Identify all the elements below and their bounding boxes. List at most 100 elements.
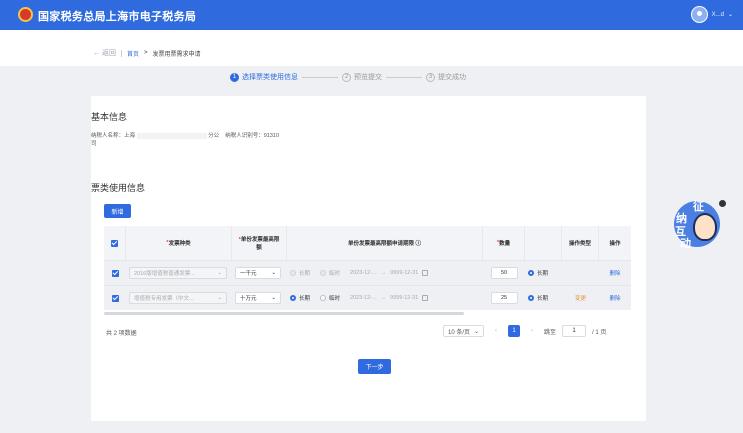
invoice-type-select[interactable]: 增值税专用发票（中文... ⌄ xyxy=(129,292,227,304)
mascot-avatar-icon xyxy=(693,213,717,241)
usage-info-title: 票类使用信息 xyxy=(91,183,146,193)
header-max-amount: *单份发票最高限额 xyxy=(232,226,287,260)
period-long-radio[interactable] xyxy=(290,295,296,301)
header-op: 操作 xyxy=(609,241,621,247)
top-bar: 国家税务总局上海市电子税务局 X...d ⌄ xyxy=(0,0,743,30)
invoice-table: * 发票种类 *单份发票最高限额 单份发票最高限额申请期限 ⓘ * 数量 操作类型 … xyxy=(104,226,631,310)
add-button[interactable]: 新增 xyxy=(104,204,131,218)
tax-emblem-icon xyxy=(18,7,33,22)
period-long-radio[interactable] xyxy=(290,270,296,276)
calendar-icon xyxy=(422,295,429,301)
pagination: 10 条/页 ⌄ ‹ 1 › 跳至 1 / 1 页 xyxy=(443,325,606,337)
step-indicator: 1 选择票类使用信息 2 预览提交 3 提交成功 xyxy=(230,72,466,82)
qty-long-radio[interactable] xyxy=(528,270,534,276)
app-title: 国家税务总局上海市电子税务局 xyxy=(38,11,197,23)
mascot-char: 动 xyxy=(680,238,691,250)
taxpayer-name-value: 上海 xyxy=(124,133,136,139)
period-temp-radio[interactable] xyxy=(320,295,327,301)
divider xyxy=(120,49,122,57)
date-range[interactable]: 2023-12-... → 9999-12-31 xyxy=(350,295,429,301)
taxpayer-info: 纳税人名称：上海 分公 纳税人识别号：91310 司 xyxy=(91,131,391,147)
step-connector xyxy=(386,76,422,78)
user-menu[interactable]: X...d ⌄ xyxy=(690,6,733,23)
prev-page-icon[interactable]: ‹ xyxy=(490,325,502,337)
type-cell: 2016版增值税普通发票... ⌄ xyxy=(126,261,232,285)
breadcrumb-current: 发票用票需求申请 xyxy=(152,51,201,58)
period-long-label: 长期 xyxy=(299,296,311,302)
taxpayer-id-value: 91310 xyxy=(263,133,280,139)
row-checkbox-cell xyxy=(104,286,126,310)
step-3: 3 提交成功 xyxy=(426,72,466,82)
back-link[interactable]: ← 返回 xyxy=(93,48,116,58)
row-checkbox[interactable] xyxy=(111,294,119,302)
calendar-icon xyxy=(422,270,429,276)
period-cell: 长期 临时 2023-12-... → 9999-12-31 xyxy=(287,286,483,310)
chevron-down-icon: ⌄ xyxy=(271,295,276,301)
select-all-checkbox[interactable] xyxy=(111,239,118,247)
breadcrumb: ← 返回 首页 > 发票用票需求申请 xyxy=(93,48,201,58)
invoice-type-select[interactable]: 2016版增值税普通发票... ⌄ xyxy=(129,267,227,279)
redacted-block xyxy=(136,132,207,139)
next-page-icon[interactable]: › xyxy=(526,325,538,337)
qty-long-label: 长期 xyxy=(537,296,549,302)
close-icon[interactable] xyxy=(719,200,726,207)
table-header: * 发票种类 *单份发票最高限额 单份发票最高限额申请期限 ⓘ * 数量 操作类型 … xyxy=(104,226,631,260)
amount-select[interactable]: 一千元 ⌄ xyxy=(235,267,281,279)
qty-input[interactable]: 50 xyxy=(490,267,518,279)
step-1-number: 1 xyxy=(230,72,239,82)
amount-select[interactable]: 十万元 ⌄ xyxy=(235,292,281,304)
op-type-cell: 变更 xyxy=(574,296,586,302)
table-row: 增值税专用发票（中文... ⌄ 十万元 ⌄ 长期 临时 2023-12-... → 99… xyxy=(104,285,631,310)
chevron-down-icon: ⌄ xyxy=(217,270,222,276)
total-count: 共 2 项数据 xyxy=(106,331,137,337)
period-temp-radio[interactable] xyxy=(320,270,327,276)
date-range[interactable]: 2023-12-... → 9999-12-31 xyxy=(350,270,429,276)
row-checkbox[interactable] xyxy=(111,269,119,277)
taxpayer-name-value-part: 分公 xyxy=(208,133,220,139)
period-long-label: 长期 xyxy=(299,271,311,277)
assistant-mascot[interactable]: 征 纳 互 动 xyxy=(674,201,724,251)
qty-mode-cell: 长期 xyxy=(525,261,562,285)
table-row: 2016版增值税普通发票... ⌄ 一千元 ⌄ 长期 临时 2023-12-... →… xyxy=(104,260,631,285)
jump-label: 跳至 xyxy=(544,329,557,336)
avatar[interactable] xyxy=(690,6,708,23)
step-2-number: 2 xyxy=(342,72,351,82)
amount-cell: 一千元 ⌄ xyxy=(232,261,287,285)
taxpayer-name-value-end: 司 xyxy=(91,141,97,147)
chevron-down-icon[interactable]: ⌄ xyxy=(728,11,733,18)
qty-mode-cell: 长期 xyxy=(525,286,562,310)
breadcrumb-separator: > xyxy=(143,50,148,56)
info-circle-icon[interactable]: ⓘ xyxy=(416,239,422,247)
step-1-label: 选择票类使用信息 xyxy=(242,74,298,81)
basic-info-title: 基本信息 xyxy=(91,112,128,122)
horizontal-scrollbar[interactable] xyxy=(104,312,464,315)
header-qty: * 数量 xyxy=(483,226,525,260)
chevron-down-icon: ⌄ xyxy=(474,328,480,335)
period-temp-label: 临时 xyxy=(329,296,341,302)
next-button[interactable]: 下一步 xyxy=(358,359,391,374)
op-type-cell xyxy=(562,261,599,285)
mascot-char: 征 xyxy=(693,201,704,213)
qty-long-radio[interactable] xyxy=(528,295,534,301)
page-total: / 1 页 xyxy=(592,329,607,336)
type-cell: 增值税专用发票（中文... ⌄ xyxy=(126,286,232,310)
jump-input[interactable]: 1 xyxy=(562,325,587,337)
row-checkbox-cell xyxy=(104,261,126,285)
page-1-button[interactable]: 1 xyxy=(508,325,521,337)
qty-cell: 25 xyxy=(483,286,525,310)
user-name[interactable]: X...d xyxy=(712,12,724,18)
delete-link[interactable]: 删除 xyxy=(599,286,631,310)
step-3-label: 提交成功 xyxy=(438,74,466,81)
header-op-type: 操作类型 xyxy=(562,226,599,260)
header-checkbox-cell xyxy=(104,226,126,260)
header-type: * 发票种类 xyxy=(126,226,232,260)
page-size-select[interactable]: 10 条/页 ⌄ xyxy=(443,325,485,337)
amount-cell: 十万元 ⌄ xyxy=(232,286,287,310)
period-cell: 长期 临时 2023-12-... → 9999-12-31 xyxy=(287,261,483,285)
taxpayer-name-label: 纳税人名称： xyxy=(91,133,125,139)
qty-input[interactable]: 25 xyxy=(490,292,518,304)
breadcrumb-home[interactable]: 首页 xyxy=(127,49,139,58)
delete-link[interactable]: 删除 xyxy=(599,261,631,285)
chevron-down-icon: ⌄ xyxy=(217,295,222,301)
qty-cell: 50 xyxy=(483,261,525,285)
